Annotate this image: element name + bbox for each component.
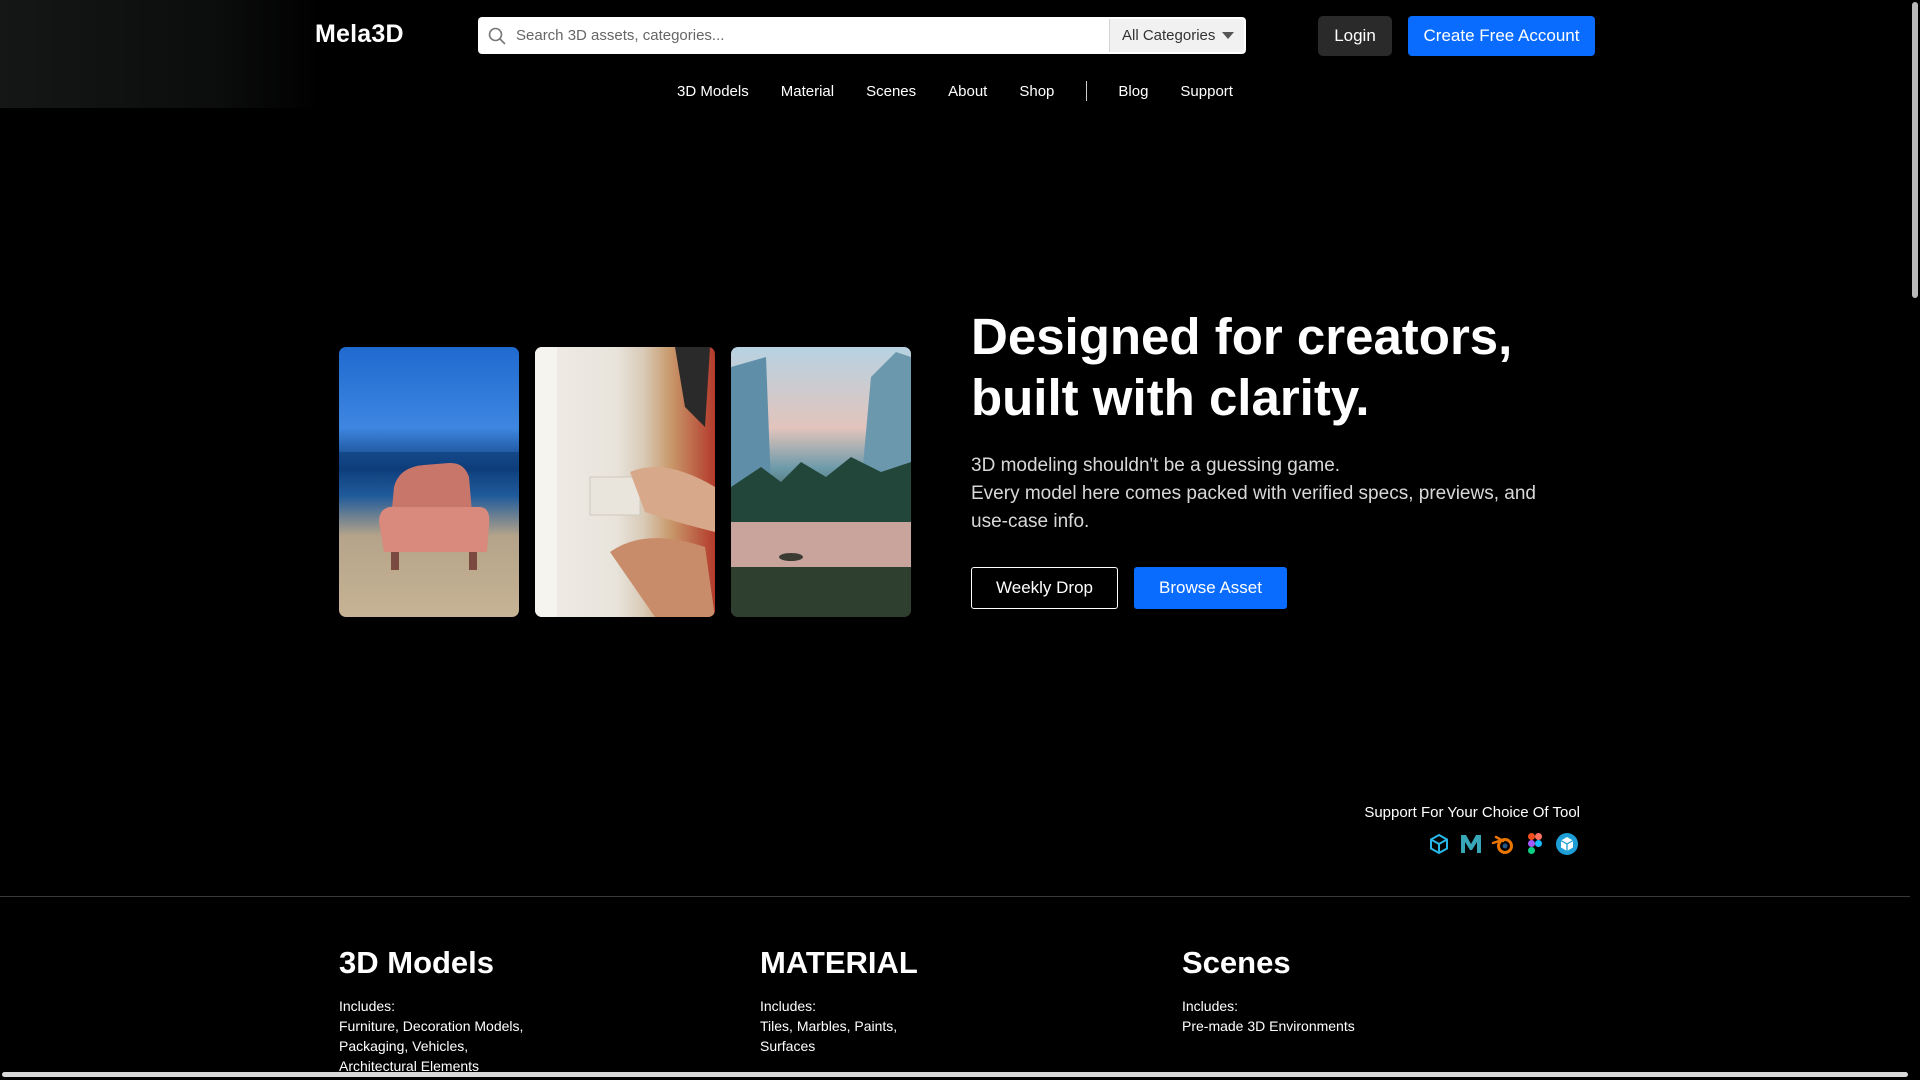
search-input[interactable] — [516, 17, 1109, 54]
blender-icon — [1491, 832, 1515, 856]
category-list: Pre-made 3D Environments — [1182, 1018, 1355, 1034]
category-includes-label: Includes: — [339, 998, 396, 1014]
logo[interactable]: Mela3D — [315, 20, 404, 49]
category-select-value: All Categories — [1122, 27, 1216, 44]
nav-item-blog[interactable]: Blog — [1118, 83, 1148, 100]
category-includes-label: Includes: — [1182, 998, 1239, 1014]
hero-image-wall-panel — [535, 347, 715, 617]
hero-subtitle: 3D modeling shouldn't be a guessing game… — [971, 452, 1571, 536]
category-3d-models[interactable]: 3D Models Includes: Furniture, Decoratio… — [339, 944, 669, 1076]
search-bar: All Categories — [478, 17, 1246, 54]
create-account-button[interactable]: Create Free Account — [1408, 16, 1595, 56]
browse-asset-button[interactable]: Browse Asset — [1134, 567, 1287, 609]
main-nav: 3D Models Material Scenes About Shop Blo… — [0, 80, 1910, 102]
nav-item-3d-models[interactable]: 3D Models — [677, 83, 749, 100]
category-title: MATERIAL — [760, 945, 918, 980]
sketchup-icon — [1427, 832, 1451, 856]
hero-subtitle-line1: 3D modeling shouldn't be a guessing game… — [971, 455, 1341, 476]
login-button[interactable]: Login — [1318, 16, 1392, 56]
category-list: Tiles, Marbles, Paints, Surfaces — [760, 1018, 898, 1054]
category-list: Furniture, Decoration Models, Packaging,… — [339, 1018, 524, 1074]
vertical-scrollbar-thumb[interactable] — [1912, 2, 1918, 298]
category-select[interactable]: All Categories — [1109, 19, 1244, 52]
figma-icon — [1523, 832, 1547, 856]
chevron-down-icon — [1222, 32, 1234, 39]
hero-title-line2: built with clarity. — [971, 369, 1370, 426]
section-divider — [0, 896, 1910, 897]
hero-title-line1: Designed for creators, — [971, 308, 1513, 365]
weekly-drop-button[interactable]: Weekly Drop — [971, 567, 1118, 609]
nav-item-support[interactable]: Support — [1180, 83, 1233, 100]
hero-title: Designed for creators, built with clarit… — [971, 306, 1621, 428]
horizontal-scrollbar-thumb[interactable] — [2, 1072, 1908, 1077]
page: Mela3D All Categories Login Create Free … — [0, 0, 1920, 1080]
tool-icons — [1427, 832, 1579, 856]
nav-item-shop[interactable]: Shop — [1019, 83, 1054, 100]
hero-image-landscape — [731, 347, 911, 617]
nav-divider — [1086, 81, 1088, 101]
hero-subtitle-line2: Every model here comes packed with verif… — [971, 483, 1536, 532]
maya-icon — [1459, 832, 1483, 856]
hero-image-armchair — [339, 347, 519, 617]
tools-label: Support For Your Choice Of Tool — [1364, 804, 1580, 821]
nav-item-scenes[interactable]: Scenes — [866, 83, 916, 100]
search-icon — [478, 17, 516, 54]
nav-item-material[interactable]: Material — [781, 83, 834, 100]
category-material[interactable]: MATERIAL Includes: Tiles, Marbles, Paint… — [760, 944, 1090, 1056]
category-scenes[interactable]: Scenes Includes: Pre-made 3D Environment… — [1182, 944, 1512, 1036]
category-title: 3D Models — [339, 945, 495, 980]
3dsmax-icon — [1555, 832, 1579, 856]
header: Mela3D All Categories Login Create Free … — [0, 0, 1910, 108]
category-title: Scenes — [1182, 945, 1291, 980]
nav-item-about[interactable]: About — [948, 83, 987, 100]
category-includes-label: Includes: — [760, 998, 817, 1014]
